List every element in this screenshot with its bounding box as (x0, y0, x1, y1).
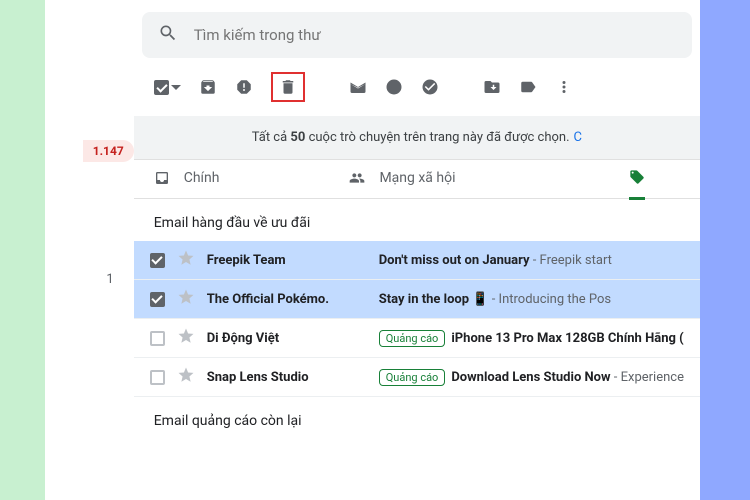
search-bar[interactable] (142, 12, 692, 58)
phone-icon: 📱 (472, 292, 488, 307)
delete-icon[interactable] (271, 72, 305, 102)
row-sender: The Official Pokémo. (207, 292, 367, 307)
star-icon[interactable] (177, 327, 195, 349)
category-tabs: Chính Mạng xã hội (134, 160, 700, 199)
email-row[interactable]: Di Động Việt Quảng cáo iPhone 13 Pro Max … (134, 319, 700, 358)
tab-promotions[interactable] (629, 169, 645, 200)
report-spam-icon[interactable] (235, 78, 253, 96)
labels-icon[interactable] (519, 78, 537, 96)
row-subject: Stay in the loop (379, 292, 473, 307)
tag-icon (629, 169, 645, 185)
more-icon[interactable] (555, 78, 573, 96)
row-subject: Don't miss out on January (379, 253, 530, 268)
tab-primary-label: Chính (184, 170, 220, 186)
sidebar-unread-badge[interactable]: 1.147 (83, 140, 134, 162)
email-row[interactable]: Freepik Team Don't miss out on January -… (134, 241, 700, 280)
row-sender: Freepik Team (207, 253, 367, 268)
search-input[interactable] (194, 26, 676, 44)
select-all-checkbox[interactable] (154, 78, 181, 97)
row-checkbox[interactable] (150, 253, 165, 268)
tab-primary[interactable]: Chính (154, 170, 220, 198)
star-icon[interactable] (177, 288, 195, 310)
selection-banner: Tất cả 50 cuộc trò chuyện trên trang này… (134, 116, 700, 160)
banner-link[interactable]: C (574, 130, 582, 145)
banner-suffix: cuộc trò chuyện trên trang này đã được c… (305, 130, 569, 145)
ad-chip: Quảng cáo (379, 369, 446, 386)
row-snippet: - Experience (611, 370, 684, 385)
row-checkbox[interactable] (150, 331, 165, 346)
add-task-icon[interactable] (421, 78, 439, 96)
section-remaining-ads: Email quảng cáo còn lại (134, 397, 700, 439)
sidebar-item-count[interactable]: 1 (106, 272, 133, 287)
star-icon[interactable] (177, 249, 195, 271)
toolbar (134, 58, 700, 116)
search-icon (158, 23, 178, 47)
ad-chip: Quảng cáo (379, 330, 446, 347)
tab-social[interactable]: Mạng xã hội (349, 170, 455, 198)
section-top-deals: Email hàng đầu về ưu đãi (134, 199, 700, 241)
row-subject: Download Lens Studio Now (451, 370, 610, 385)
row-sender: Snap Lens Studio (207, 370, 367, 385)
email-row[interactable]: The Official Pokémo. Stay in the loop 📱 … (134, 280, 700, 319)
star-icon[interactable] (177, 366, 195, 388)
row-sender: Di Động Việt (207, 331, 367, 346)
archive-icon[interactable] (199, 78, 217, 96)
people-icon (349, 170, 365, 186)
move-to-icon[interactable] (483, 78, 501, 96)
row-snippet: - Introducing the Pos (489, 292, 612, 307)
email-row[interactable]: Snap Lens Studio Quảng cáo Download Lens … (134, 358, 700, 397)
chevron-down-icon[interactable] (171, 78, 181, 97)
snooze-icon[interactable] (385, 78, 403, 96)
mark-unread-icon[interactable] (349, 78, 367, 96)
tab-social-label: Mạng xã hội (379, 170, 455, 186)
row-checkbox[interactable] (150, 292, 165, 307)
inbox-icon (154, 170, 170, 186)
row-subject: iPhone 13 Pro Max 128GB Chính Hãng ( (451, 331, 683, 346)
row-snippet: - Freepik start (530, 253, 612, 268)
banner-prefix: Tất cả (252, 130, 291, 145)
row-checkbox[interactable] (150, 370, 165, 385)
banner-count: 50 (290, 130, 305, 145)
